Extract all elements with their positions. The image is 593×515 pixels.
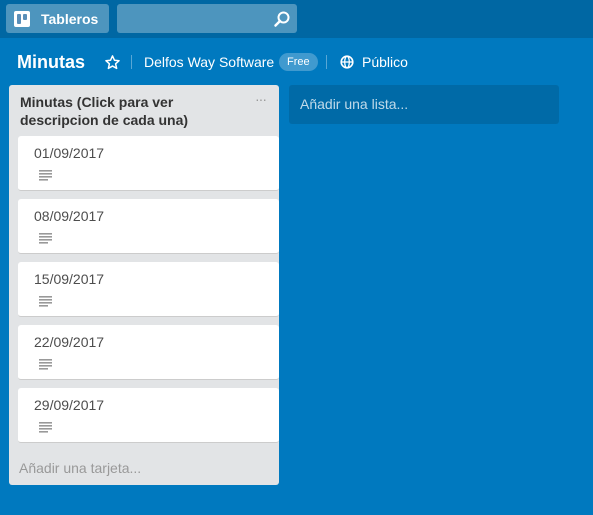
search-input[interactable] — [117, 4, 297, 33]
board-header: Minutas Delfos Way Software Free Público — [0, 38, 593, 84]
visibility-button[interactable]: Público — [340, 54, 408, 70]
add-list-label: Añadir una lista... — [300, 96, 409, 112]
visibility-label: Público — [362, 54, 408, 70]
card[interactable]: 01/09/2017 — [18, 136, 279, 191]
card-title: 01/09/2017 — [34, 145, 105, 161]
description-icon — [39, 233, 52, 244]
card[interactable]: 15/09/2017 — [18, 262, 279, 317]
team-name-link[interactable]: Delfos Way Software — [144, 54, 274, 70]
card[interactable]: 29/09/2017 — [18, 388, 279, 443]
description-icon — [39, 422, 52, 433]
card-title: 15/09/2017 — [34, 271, 105, 287]
search-icon[interactable] — [273, 10, 291, 28]
list-title[interactable]: Minutas (Click para ver descripcion de c… — [20, 93, 250, 129]
add-list-button[interactable]: Añadir una lista... — [289, 85, 559, 124]
list: Minutas (Click para ver descripcion de c… — [9, 85, 279, 485]
card[interactable]: 08/09/2017 — [18, 199, 279, 254]
header-divider — [131, 55, 132, 69]
boards-button[interactable]: Tableros — [6, 4, 109, 33]
add-card-button[interactable]: Añadir una tarjeta... — [19, 460, 141, 476]
search-box[interactable] — [117, 4, 297, 33]
boards-button-label: Tableros — [41, 10, 99, 27]
card[interactable]: 22/09/2017 — [18, 325, 279, 380]
team-plan-badge: Free — [279, 53, 318, 71]
description-icon — [39, 296, 52, 307]
ellipsis-icon[interactable]: ··· — [255, 92, 267, 106]
card-title: 29/09/2017 — [34, 397, 105, 413]
star-icon[interactable] — [105, 55, 120, 70]
header-divider — [326, 55, 327, 69]
boards-icon — [14, 10, 30, 27]
card-title: 22/09/2017 — [34, 334, 105, 350]
card-title: 08/09/2017 — [34, 208, 105, 224]
globe-icon — [340, 55, 354, 69]
board-title[interactable]: Minutas — [17, 52, 85, 73]
description-icon — [39, 359, 52, 370]
top-bar: Tableros — [0, 0, 593, 38]
description-icon — [39, 170, 52, 181]
